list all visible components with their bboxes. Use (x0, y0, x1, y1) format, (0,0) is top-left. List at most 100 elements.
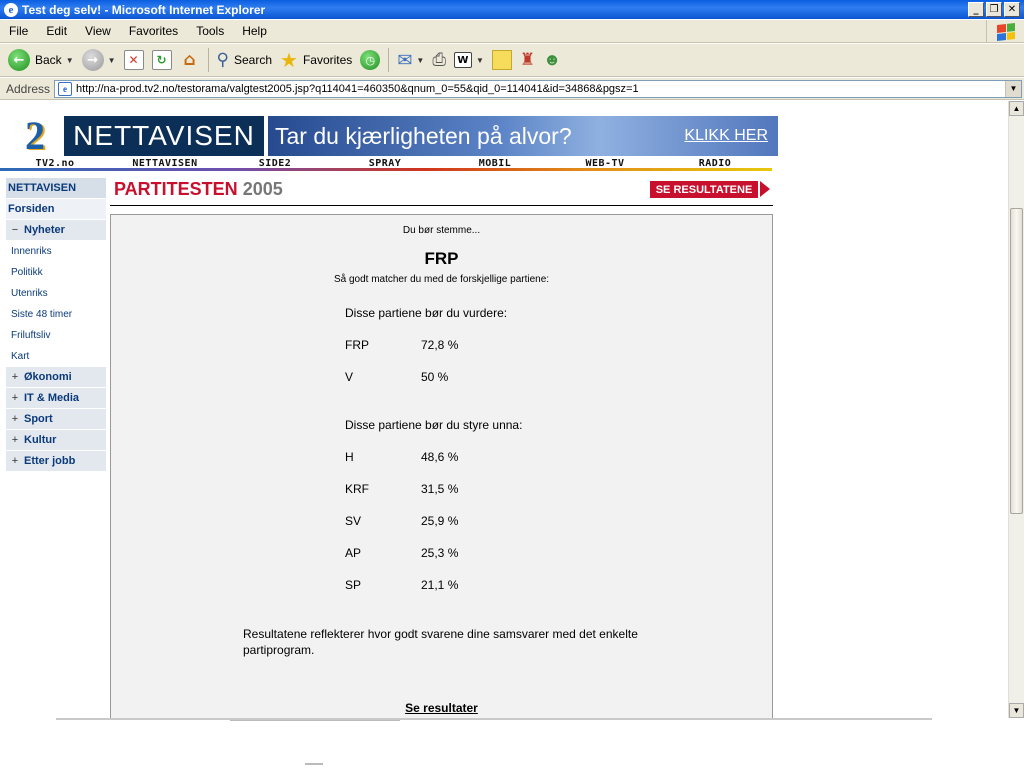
ad-link[interactable]: KLIKK HER (684, 127, 768, 145)
leftnav-section-label: Kultur (24, 434, 57, 446)
mail-button[interactable]: ✉ ▼ (393, 46, 428, 74)
leftnav-header[interactable]: NETTAVISEN (6, 178, 106, 199)
favorites-button[interactable]: ★ Favorites (276, 46, 356, 74)
vertical-scrollbar[interactable]: ▲ ▼ (1008, 101, 1024, 718)
party-score: 25,9 % (421, 514, 459, 528)
nav-spray[interactable]: SPRAY (330, 158, 440, 169)
mail-dropdown-icon[interactable]: ▼ (416, 56, 424, 65)
notes-button[interactable] (488, 46, 516, 74)
see-results-button[interactable]: SE RESULTATENE (650, 181, 758, 198)
home-button[interactable]: ⌂ (176, 46, 204, 74)
maximize-button[interactable]: ❐ (986, 2, 1002, 17)
page-title-year: 2005 (242, 179, 283, 199)
edit-button[interactable]: W ▼ (450, 46, 488, 74)
forward-button[interactable]: → ▼ (78, 46, 120, 74)
leftnav-section-nyheter[interactable]: − Nyheter (6, 220, 106, 241)
page-title-text: PARTITESTEN (114, 179, 238, 199)
scroll-down-icon[interactable]: ▼ (1009, 703, 1024, 718)
leftnav-item-kart[interactable]: Kart (6, 346, 106, 367)
refresh-icon: ↻ (151, 50, 172, 70)
leftnav-section-it-media[interactable]: + IT & Media (6, 388, 106, 409)
recommended-party: FRP (424, 249, 459, 268)
leftnav-section-kultur[interactable]: + Kultur (6, 430, 106, 451)
party-row: V 50 % (345, 370, 448, 384)
page-title: PARTITESTEN 2005 (114, 179, 283, 200)
page-icon: e (58, 81, 73, 96)
address-url: http://na-prod.tv2.no/testorama/valgtest… (76, 82, 639, 95)
collapse-icon[interactable]: − (6, 224, 24, 236)
leftnav-section-label: Nyheter (24, 224, 65, 236)
tv2-logo[interactable]: 2 (18, 116, 52, 156)
scrollbar-thumb[interactable] (1010, 208, 1023, 514)
party-name: FRP (345, 338, 369, 352)
menu-edit[interactable]: Edit (37, 24, 76, 38)
messenger-button[interactable]: ☻ (539, 46, 565, 74)
print-button[interactable]: ⎙ (428, 46, 450, 74)
party-name: AP (345, 546, 362, 560)
expand-icon[interactable]: + (6, 371, 24, 383)
mail-icon: ✉ (397, 49, 413, 70)
window-title-bar: e Test deg selv! - Microsoft Internet Ex… (0, 0, 1024, 19)
top-navigation: TV2.no NETTAVISEN SIDE2 SPRAY MOBIL WEB-… (0, 158, 772, 171)
party-name: SP (345, 578, 362, 592)
page-content: 2 NETTAVISEN Tar du kjærligheten på alvo… (0, 101, 1008, 718)
expand-icon[interactable]: + (6, 455, 24, 467)
party-score: 25,3 % (421, 546, 459, 560)
refresh-button[interactable]: ↻ (148, 46, 176, 74)
print-icon: ⎙ (432, 50, 446, 69)
history-button[interactable]: ◷ (356, 46, 384, 74)
edit-dropdown-icon[interactable]: ▼ (476, 56, 484, 65)
menu-help[interactable]: Help (233, 24, 276, 38)
forward-dropdown-icon[interactable]: ▼ (108, 56, 116, 65)
research-button[interactable]: ♜ (516, 46, 539, 74)
nav-web-tv[interactable]: WEB-TV (550, 158, 660, 169)
leftnav-item-innenriks[interactable]: Innenriks (6, 241, 106, 262)
party-name: H (345, 450, 354, 464)
nav-radio[interactable]: RADIO (660, 158, 770, 169)
scroll-up-icon[interactable]: ▲ (1009, 101, 1024, 116)
leftnav-item-siste-48-timer[interactable]: Siste 48 timer (6, 304, 106, 325)
see-results-arrow-icon[interactable] (760, 181, 770, 197)
address-bar: Address e http://na-prod.tv2.no/testoram… (0, 78, 1024, 100)
stop-button[interactable]: ✕ (120, 46, 148, 74)
leftnav-section-sport[interactable]: + Sport (6, 409, 106, 430)
windows-logo-icon (986, 20, 1024, 43)
menu-view[interactable]: View (76, 24, 120, 38)
close-button[interactable]: ✕ (1004, 2, 1020, 17)
leftnav-forsiden[interactable]: Forsiden (6, 199, 106, 220)
leftnav-item-friluftsliv[interactable]: Friluftsliv (6, 325, 106, 346)
search-button[interactable]: ⚲ Search (213, 46, 276, 74)
party-row: SV 25,9 % (345, 514, 458, 528)
leftnav-item-utenriks[interactable]: Utenriks (6, 283, 106, 304)
nav-tv2[interactable]: TV2.no (0, 158, 110, 169)
stop-icon: ✕ (123, 50, 144, 70)
expand-icon[interactable]: + (6, 434, 24, 446)
minimize-button[interactable]: _ (968, 2, 984, 17)
expand-icon[interactable]: + (6, 392, 24, 404)
search-label: Search (233, 53, 273, 67)
ad-banner[interactable]: Tar du kjærligheten på alvor? KLIKK HER (268, 116, 778, 156)
menu-tools[interactable]: Tools (187, 24, 233, 38)
back-button[interactable]: ← Back ▼ (4, 46, 78, 74)
status-mark (305, 763, 323, 765)
nav-nettavisen[interactable]: NETTAVISEN (110, 158, 220, 169)
expand-icon[interactable]: + (6, 413, 24, 425)
leftnav-item-politikk[interactable]: Politikk (6, 262, 106, 283)
menu-favorites[interactable]: Favorites (120, 24, 187, 38)
leftnav-section-etter-jobb[interactable]: + Etter jobb (6, 451, 106, 472)
internet-explorer-icon: e (4, 2, 18, 17)
see-results-link[interactable]: Se resultater (111, 701, 772, 715)
party-name: SV (345, 514, 362, 528)
menu-bar: File Edit View Favorites Tools Help (0, 20, 1024, 43)
back-dropdown-icon[interactable]: ▼ (66, 56, 74, 65)
leftnav-section-okonomi[interactable]: + Økonomi (6, 367, 106, 388)
nettavisen-logo[interactable]: NETTAVISEN (64, 116, 264, 156)
nav-side2[interactable]: SIDE2 (220, 158, 330, 169)
party-row: AP 25,3 % (345, 546, 458, 560)
address-dropdown-icon[interactable]: ▼ (1005, 80, 1021, 97)
nav-mobil[interactable]: MOBIL (440, 158, 550, 169)
address-label: Address (6, 81, 51, 96)
result-panel: Du bør stemme... FRP Så godt matcher du … (110, 214, 773, 718)
address-input[interactable]: e http://na-prod.tv2.no/testorama/valgte… (54, 79, 1022, 98)
menu-file[interactable]: File (0, 24, 37, 38)
